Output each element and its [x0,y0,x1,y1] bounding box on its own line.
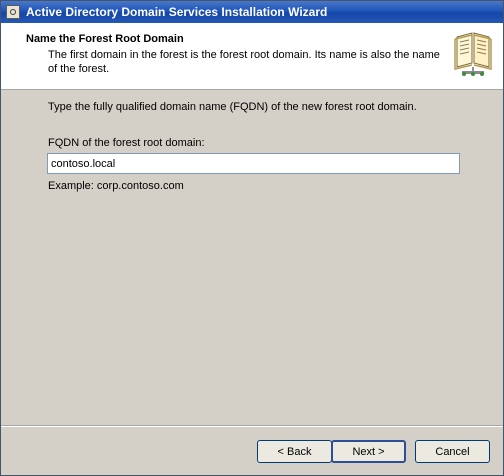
divider [1,425,503,427]
app-icon [6,5,20,19]
intro-text: Type the fully qualified domain name (FQ… [48,101,417,113]
window-title: Active Directory Domain Services Install… [26,5,328,19]
next-button[interactable]: Next > [331,440,406,463]
wizard-content: Type the fully qualified domain name (FQ… [1,90,503,420]
title-bar[interactable]: Active Directory Domain Services Install… [1,1,503,23]
page-title: Name the Forest Root Domain [26,33,184,45]
page-description: The first domain in the forest is the fo… [48,49,440,75]
example-text: Example: corp.contoso.com [48,180,184,192]
wizard-window: Active Directory Domain Services Install… [0,0,504,476]
fqdn-input[interactable] [47,153,460,174]
book-icon [454,32,492,76]
cancel-button[interactable]: Cancel [415,440,490,463]
fqdn-label: FQDN of the forest root domain: [48,137,205,149]
wizard-header: Name the Forest Root Domain The first do… [1,23,503,90]
back-button[interactable]: < Back [257,440,332,463]
